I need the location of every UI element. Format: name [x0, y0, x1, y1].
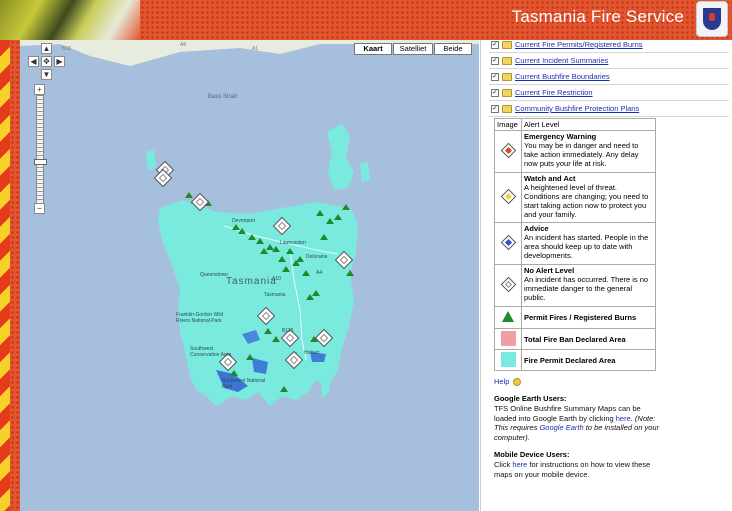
alert-level-table: Image Alert Level Emergency Warning You m… — [494, 118, 656, 371]
label-road-a4: A4 — [316, 270, 323, 276]
label-southwest-conservation: Southwest Conservation Area — [190, 346, 232, 358]
legend-panel: ✓ Current Fire Permits/Registered Burns … — [480, 40, 732, 511]
label-launceston: Launceston — [280, 240, 306, 246]
header-firefighter-photo — [0, 0, 140, 40]
google-earth-here-link[interactable]: here — [616, 414, 631, 423]
alert-text: An incident has occurred. There is no im… — [524, 275, 649, 302]
google-earth-text: TFS Online Bushfire Summary Maps can be … — [494, 404, 660, 442]
fire-map[interactable]: Bass Strait Tasmania Tasmania Franklin-G… — [20, 40, 479, 511]
pan-center-button[interactable]: ✥ — [41, 56, 52, 67]
alert-title: Advice — [524, 224, 549, 233]
layer-checkbox[interactable]: ✓ — [491, 89, 499, 97]
google-earth-download-link[interactable]: Google Earth — [539, 423, 583, 432]
label-road-a1: A1 — [252, 46, 259, 52]
label-tasmania: Tasmania — [226, 276, 277, 287]
site-title: Tasmania Fire Service — [511, 7, 684, 26]
label-tasmania-sub: Tasmania — [264, 292, 286, 298]
legend-row-permit-fires: Permit Fires / Registered Burns — [494, 306, 656, 329]
folder-icon — [502, 89, 512, 97]
label-devonport: Devonport — [232, 218, 256, 224]
mobile-here-link[interactable]: here — [512, 460, 527, 469]
help-row: Help — [494, 377, 522, 387]
label-hobart: Hobart — [304, 350, 320, 356]
pan-left-button[interactable]: ◀ — [28, 56, 39, 67]
hazard-stripe-border — [0, 40, 10, 511]
label-queenstown: Queenstown — [200, 272, 229, 278]
legend-row-permit-area: Fire Permit Declared Area — [494, 349, 656, 371]
label-bass-strait: Bass Strait — [208, 94, 238, 100]
label-road-a8: A8 — [180, 42, 187, 48]
layer-link-permits[interactable]: Current Fire Permits/Registered Burns — [515, 40, 643, 49]
help-icon[interactable] — [513, 378, 522, 387]
emergency-diamond-icon — [500, 142, 516, 159]
zoom-in-button[interactable]: + — [34, 84, 45, 95]
alert-text: You may be in danger and need to take ac… — [524, 141, 639, 168]
folder-icon — [502, 105, 512, 113]
layer-link-boundaries[interactable]: Current Bushfire Boundaries — [515, 72, 610, 81]
label-franklin-gordon: Franklin-Gordon Wild Rivers National Par… — [176, 312, 224, 324]
zoom-slider-thumb[interactable] — [34, 159, 47, 165]
legend-row-fire-ban: Total Fire Ban Declared Area — [494, 328, 656, 350]
alert-title: Watch and Act — [524, 174, 576, 183]
legend-title: Permit Fires / Registered Burns — [524, 313, 637, 322]
king-island — [146, 150, 156, 170]
mobile-title: Mobile Device Users: — [494, 450, 570, 459]
alert-text: A heightened level of threat. Conditions… — [524, 183, 649, 219]
side-dotted-border — [10, 40, 20, 511]
alert-title: No Alert Level — [524, 266, 575, 275]
layer-link-incidents[interactable]: Current Incident Summaries — [515, 56, 608, 65]
label-deloraine: Deloraine — [306, 254, 328, 260]
label-road-b110: B110 — [282, 328, 294, 334]
zoom-slider-track[interactable] — [36, 95, 44, 205]
map-type-beide[interactable]: Beide — [434, 43, 472, 55]
google-earth-title: Google Earth Users: — [494, 394, 567, 403]
pan-right-button[interactable]: ▶ — [54, 56, 65, 67]
layer-checkbox[interactable]: ✓ — [491, 41, 499, 49]
alert-title: Emergency Warning — [524, 132, 597, 141]
layer-checkbox[interactable]: ✓ — [491, 57, 499, 65]
map-type-kaart[interactable]: Kaart — [354, 43, 392, 55]
label-road-a10: A10 — [272, 276, 281, 282]
no-alert-diamond-icon — [500, 276, 516, 293]
zoom-out-button[interactable]: − — [34, 203, 45, 214]
layer-checkbox[interactable]: ✓ — [491, 105, 499, 113]
flinders-island — [327, 124, 354, 190]
tfs-crest-logo — [696, 1, 728, 37]
col-alert-header: Alert Level — [521, 118, 656, 131]
layer-row-incidents[interactable]: ✓ Current Incident Summaries — [489, 55, 729, 69]
label-road-b18: B18 — [62, 46, 71, 52]
layer-row-boundaries[interactable]: ✓ Current Bushfire Boundaries — [489, 71, 729, 85]
label-southwest-national-park: Southwest National Park — [222, 378, 266, 390]
folder-icon — [502, 73, 512, 81]
layer-row-protection-plans[interactable]: ✓ Community Bushfire Protection Plans — [489, 103, 729, 117]
help-link[interactable]: Help — [494, 377, 509, 386]
layer-link-protection-plans[interactable]: Community Bushfire Protection Plans — [515, 104, 639, 113]
pan-up-button[interactable]: ▲ — [41, 43, 52, 54]
alert-row-no-alert: No Alert Level An incident has occurred. … — [494, 264, 656, 307]
layer-row-permits[interactable]: ✓ Current Fire Permits/Registered Burns — [489, 39, 729, 53]
permit-triangle-icon — [502, 311, 514, 322]
col-image-header: Image — [494, 118, 522, 131]
pan-down-button[interactable]: ▼ — [41, 69, 52, 80]
watch-act-diamond-icon — [500, 188, 516, 205]
legend-title: Total Fire Ban Declared Area — [524, 334, 626, 344]
alert-row-watch-act: Watch and Act A heightened level of threa… — [494, 172, 656, 223]
header-banner: Tasmania Fire Service — [0, 0, 732, 40]
folder-icon — [502, 41, 512, 49]
advice-diamond-icon — [500, 234, 516, 251]
layer-link-restriction[interactable]: Current Fire Restriction — [515, 88, 593, 97]
alert-row-advice: Advice An incident has started. People in… — [494, 222, 656, 265]
cape-barren-island — [360, 162, 370, 182]
alert-text: An incident has started. People in the a… — [524, 233, 649, 260]
fire-ban-swatch-icon — [500, 330, 516, 346]
layer-checkbox[interactable]: ✓ — [491, 73, 499, 81]
layer-row-restriction[interactable]: ✓ Current Fire Restriction — [489, 87, 729, 101]
permit-area-swatch-icon — [500, 351, 516, 367]
alert-row-emergency: Emergency Warning You may be in danger an… — [494, 130, 656, 173]
folder-icon — [502, 57, 512, 65]
map-type-satelliet[interactable]: Satelliet — [393, 43, 433, 55]
legend-title: Fire Permit Declared Area — [524, 355, 616, 365]
mobile-text: Click here for instructions on how to vi… — [494, 460, 651, 479]
